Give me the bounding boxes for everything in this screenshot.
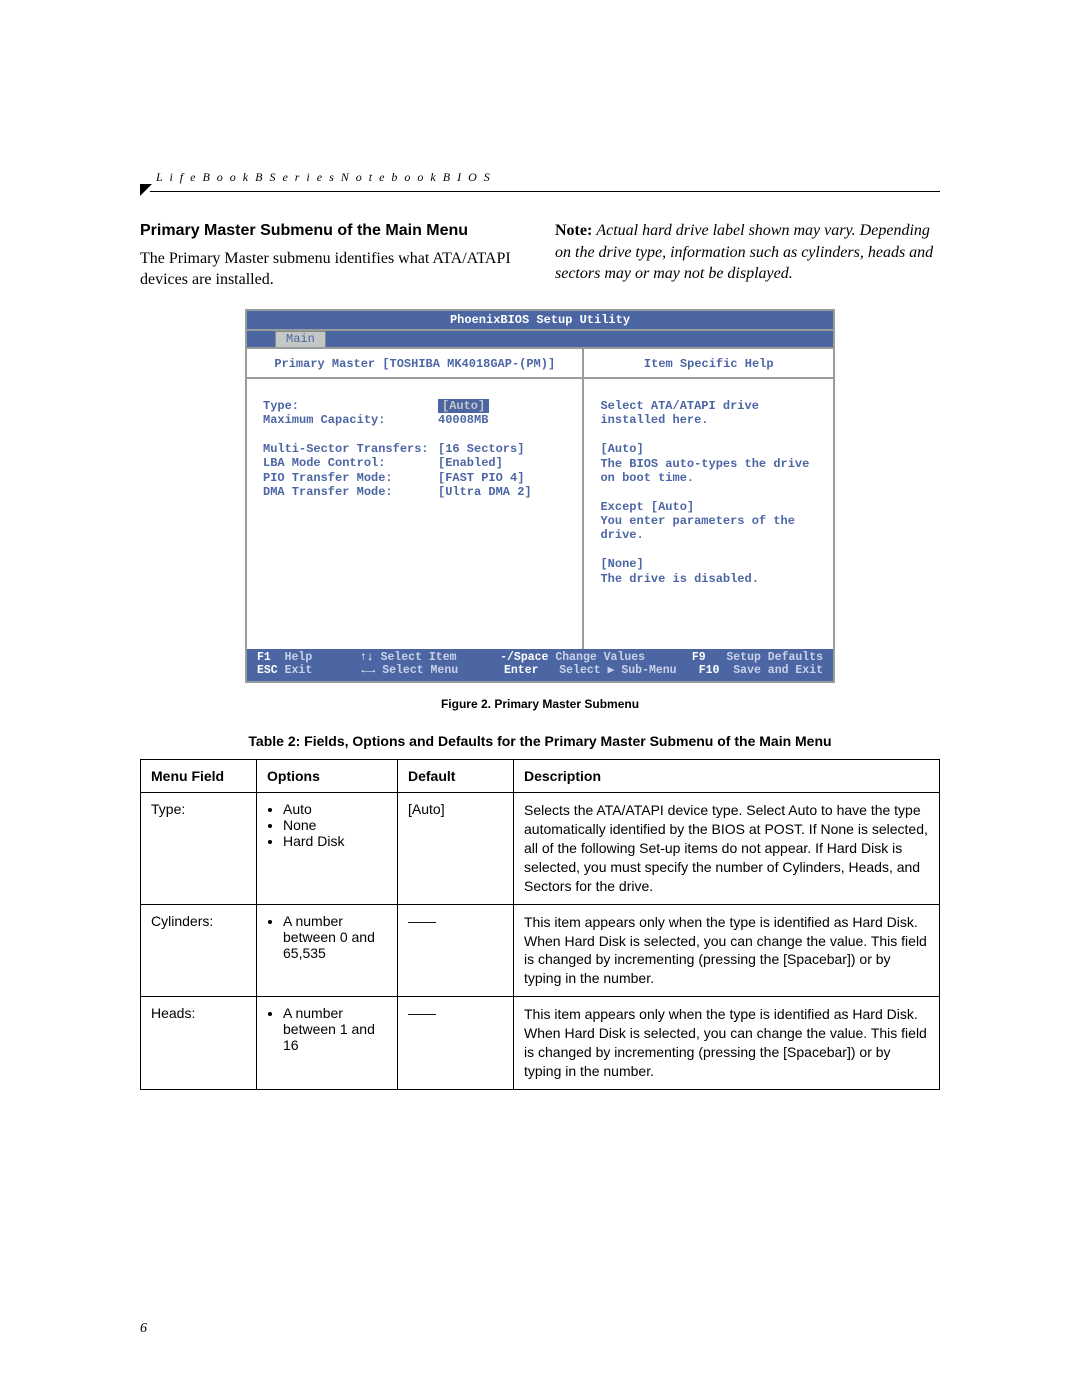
- option-item: Hard Disk: [283, 833, 387, 849]
- bios-left-header: Primary Master [TOSHIBA MK4018GAP-(PM)]: [247, 349, 582, 379]
- bios-value[interactable]: [Ultra DMA 2]: [438, 485, 532, 499]
- key-f1[interactable]: F1: [257, 651, 271, 664]
- bios-label: DMA Transfer Mode:: [263, 485, 438, 499]
- key-f9[interactable]: F9: [692, 651, 706, 664]
- bios-row-type[interactable]: Type: Auto: [263, 399, 566, 413]
- page-number: 6: [140, 1321, 147, 1337]
- option-item: Auto: [283, 801, 387, 817]
- key-label: Select Item: [381, 651, 457, 664]
- bios-row-dma[interactable]: DMA Transfer Mode: [Ultra DMA 2]: [263, 485, 566, 499]
- key-label: Change Values: [555, 651, 645, 664]
- table-row: Type:AutoNoneHard Disk[Auto]Selects the …: [141, 793, 940, 904]
- key-label: Select ▶ Sub-Menu: [559, 664, 676, 677]
- bios-label: Type:: [263, 399, 438, 413]
- key-f10[interactable]: F10: [699, 664, 720, 677]
- note-label: Note:: [555, 222, 592, 239]
- bios-value: 40008MB: [438, 413, 488, 427]
- cell-field: Type:: [141, 793, 257, 904]
- figure-caption: Figure 2. Primary Master Submenu: [140, 697, 940, 711]
- key-label: Help: [285, 651, 313, 664]
- cell-options: A number between 1 and 16: [257, 997, 398, 1090]
- table-caption: Table 2: Fields, Options and Defaults fo…: [140, 733, 940, 749]
- th-description: Description: [514, 760, 940, 793]
- cell-options: AutoNoneHard Disk: [257, 793, 398, 904]
- key-label: Setup Defaults: [726, 651, 823, 664]
- cell-description: This item appears only when the type is …: [514, 997, 940, 1090]
- intro-left: Primary Master Submenu of the Main Menu …: [140, 220, 525, 291]
- cell-field: Cylinders:: [141, 904, 257, 997]
- bios-help-header: Item Specific Help: [584, 349, 833, 379]
- th-options: Options: [257, 760, 398, 793]
- option-item: A number between 1 and 16: [283, 1005, 387, 1053]
- cell-description: This item appears only when the type is …: [514, 904, 940, 997]
- bios-row-multi[interactable]: Multi-Sector Transfers: [16 Sectors]: [263, 442, 566, 456]
- th-default: Default: [398, 760, 514, 793]
- key-label: Save and Exit: [733, 664, 823, 677]
- book-title: L i f e B o o k B S e r i e s N o t e b …: [156, 170, 940, 185]
- table-header-row: Menu Field Options Default Description: [141, 760, 940, 793]
- option-item: A number between 0 and 65,535: [283, 913, 387, 961]
- page: L i f e B o o k B S e r i e s N o t e b …: [0, 0, 1080, 1397]
- header-rule: [150, 191, 940, 192]
- key-enter[interactable]: Enter: [504, 664, 539, 677]
- bios-row-lba[interactable]: LBA Mode Control: [Enabled]: [263, 456, 566, 470]
- table-row: Cylinders: A number between 0 and 65,535—…: [141, 904, 940, 997]
- bios-row-pio[interactable]: PIO Transfer Mode: [FAST PIO 4]: [263, 471, 566, 485]
- bios-title: PhoenixBIOS Setup Utility: [247, 311, 833, 331]
- options-table: Menu Field Options Default Description T…: [140, 759, 940, 1090]
- intro-columns: Primary Master Submenu of the Main Menu …: [140, 220, 940, 291]
- intro-right: Note: Actual hard drive label shown may …: [555, 220, 940, 291]
- section-heading: Primary Master Submenu of the Main Menu: [140, 220, 525, 242]
- cell-description: Selects the ATA/ATAPI device type. Selec…: [514, 793, 940, 904]
- bios-value-selected[interactable]: Auto: [438, 399, 489, 413]
- bios-label: Multi-Sector Transfers:: [263, 442, 438, 456]
- key-esc[interactable]: ESC: [257, 664, 278, 677]
- cell-options: A number between 0 and 65,535: [257, 904, 398, 997]
- bios-value[interactable]: [Enabled]: [438, 456, 503, 470]
- bios-fields: Type: Auto Maximum Capacity: 40008MB Mul…: [247, 379, 582, 519]
- intro-text: The Primary Master submenu identifies wh…: [140, 248, 525, 291]
- bios-help-text: Select ATA/ATAPI drive installed here. […: [584, 379, 833, 594]
- key-space[interactable]: -/Space: [500, 651, 548, 664]
- bios-label: PIO Transfer Mode:: [263, 471, 438, 485]
- bios-label: LBA Mode Control:: [263, 456, 438, 470]
- cell-default: [Auto]: [398, 793, 514, 904]
- bios-screenshot: PhoenixBIOS Setup Utility Main Primary M…: [245, 309, 835, 683]
- key-updown[interactable]: ↑↓: [360, 651, 374, 664]
- cell-default: ——: [398, 997, 514, 1090]
- bios-row-maxcap: Maximum Capacity: 40008MB: [263, 413, 566, 427]
- key-label: Exit: [285, 664, 313, 677]
- bios-value[interactable]: [FAST PIO 4]: [438, 471, 524, 485]
- bios-tabbar: Main: [247, 331, 833, 348]
- th-field: Menu Field: [141, 760, 257, 793]
- option-item: None: [283, 817, 387, 833]
- note-body: Actual hard drive label shown may vary. …: [555, 222, 933, 282]
- table-row: Heads: A number between 1 and 16——This it…: [141, 997, 940, 1090]
- key-label: Select Menu: [382, 664, 458, 677]
- bios-tab-main[interactable]: Main: [275, 331, 326, 346]
- bios-label: Maximum Capacity:: [263, 413, 438, 427]
- bios-value[interactable]: [16 Sectors]: [438, 442, 524, 456]
- cell-default: ——: [398, 904, 514, 997]
- corner-mark-icon: [140, 184, 152, 196]
- bios-footer: F1 Help ↑↓ Select Item -/Space Change Va…: [247, 649, 833, 682]
- key-leftright[interactable]: ←→: [362, 664, 376, 677]
- cell-field: Heads:: [141, 997, 257, 1090]
